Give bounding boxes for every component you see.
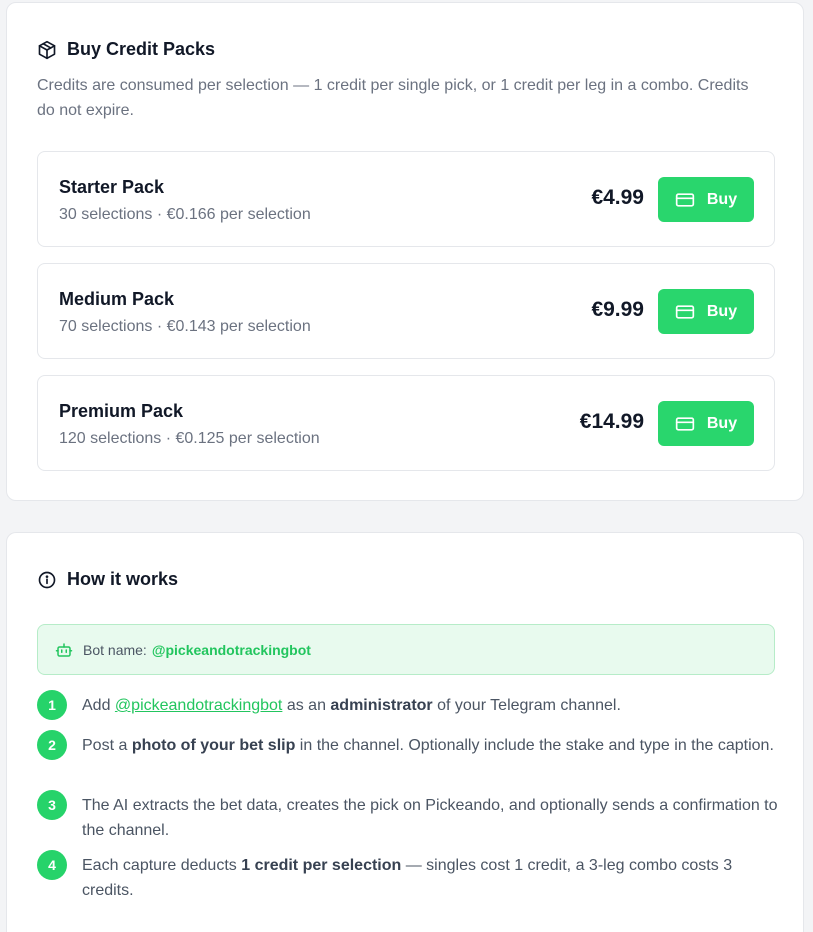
buy-starter-button[interactable]: Buy xyxy=(658,177,754,222)
buy-label: Buy xyxy=(706,414,738,432)
step-text: Post a photo of your bet slip in the cha… xyxy=(82,737,774,754)
pack-price: €4.99 xyxy=(591,186,644,209)
step-text: The AI extracts the bet data, creates th… xyxy=(82,797,778,839)
bot-name-label: Bot name: xyxy=(83,641,147,658)
pack-name: Premium Pack xyxy=(59,401,184,421)
bot-handle: @pickeandotrackingbot xyxy=(151,641,311,658)
pack-price: €14.99 xyxy=(579,410,644,433)
credit-packs-card: Buy Credit Packs Credits are consumed pe… xyxy=(6,2,804,501)
pack-card-premium: Premium Pack 120 selections · €0.125 per… xyxy=(37,375,775,471)
credit-card-icon xyxy=(675,416,695,431)
buy-label: Buy xyxy=(706,302,738,320)
pack-subtitle: 120 selections · €0.125 per selection xyxy=(59,430,320,447)
step-text: Add @pickeandotrackingbot as an administ… xyxy=(82,697,621,714)
credit-packs-description: Credits are consumed per selection — 1 c… xyxy=(37,77,749,119)
how-it-works-title: How it works xyxy=(67,569,179,589)
step-number-badge: 1 xyxy=(37,690,67,720)
step-number-badge: 4 xyxy=(37,850,67,880)
pack-card-starter: Starter Pack 30 selections · €0.166 per … xyxy=(37,151,775,247)
how-it-works-card: How it works Bot name: @pickeandotrackin… xyxy=(6,532,804,932)
pack-card-medium: Medium Pack 70 selections · €0.143 per s… xyxy=(37,263,775,359)
pack-subtitle: 70 selections · €0.143 per selection xyxy=(59,318,311,335)
credit-packs-header: Buy Credit Packs xyxy=(37,39,215,60)
credit-card-icon xyxy=(675,304,695,319)
how-it-works-header: How it works xyxy=(37,569,178,590)
package-icon xyxy=(38,40,56,59)
bot-name-box: Bot name: @pickeandotrackingbot xyxy=(37,624,775,675)
bot-handle-link[interactable]: @pickeandotrackingbot xyxy=(115,697,282,714)
pack-name: Starter Pack xyxy=(59,177,165,197)
buy-medium-button[interactable]: Buy xyxy=(658,289,754,334)
credit-packs-title: Buy Credit Packs xyxy=(67,39,216,59)
buy-label: Buy xyxy=(706,190,738,208)
step-number-badge: 2 xyxy=(37,730,67,760)
pack-name: Medium Pack xyxy=(59,289,175,309)
buy-premium-button[interactable]: Buy xyxy=(658,401,754,446)
info-icon xyxy=(38,571,56,588)
pack-subtitle: 30 selections · €0.166 per selection xyxy=(59,206,311,223)
bot-icon xyxy=(55,642,73,657)
credit-card-icon xyxy=(675,192,695,207)
step-text: Each capture deducts 1 credit per select… xyxy=(82,857,733,899)
pack-price: €9.99 xyxy=(591,298,644,321)
step-number-badge: 3 xyxy=(37,790,67,820)
